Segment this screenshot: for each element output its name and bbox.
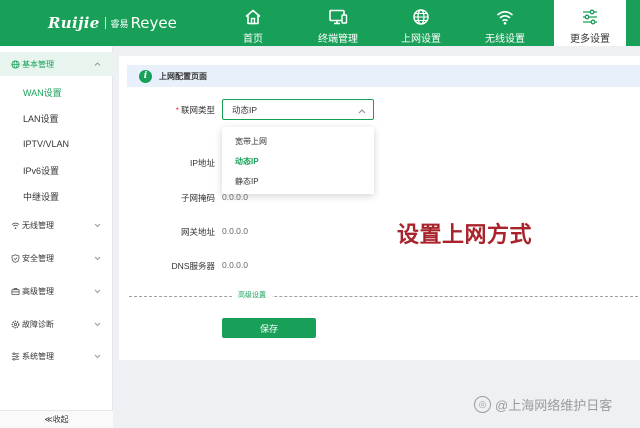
sidebar-group-diagnostics[interactable]: 故障诊断 [0, 315, 113, 333]
chevron-down-icon [94, 221, 101, 230]
advanced-divider [129, 296, 638, 297]
monitor-icon [328, 8, 348, 26]
nav-internet-settings[interactable]: 上网设置 [381, 0, 461, 46]
save-button[interactable]: 保存 [222, 318, 316, 338]
nav-terminal-management[interactable]: 终端管理 [298, 0, 378, 46]
briefcase-icon [10, 286, 20, 296]
nav-label: 无线设置 [485, 34, 525, 45]
watermark-icon: ◎ [474, 396, 491, 413]
nav-label: 终端管理 [318, 34, 358, 45]
dropdown-option-static[interactable]: 静态IP [222, 172, 374, 190]
sidebar-group-label: 安全管理 [22, 253, 54, 263]
sidebar-group-label: 基本管理 [22, 59, 54, 69]
chevron-up-icon [358, 106, 366, 116]
wifi-icon [495, 8, 515, 26]
connection-type-label-text: 联网类型 [180, 105, 215, 115]
sidebar-group-wireless-management[interactable]: 无线管理 [0, 216, 113, 234]
advanced-settings-link[interactable]: 高级设置 [232, 290, 272, 300]
chevron-down-icon [94, 287, 101, 296]
nav-wireless-settings[interactable]: 无线设置 [465, 0, 545, 46]
home-icon [244, 8, 262, 26]
sidebar-group-label: 高级管理 [22, 286, 54, 296]
sidebar-item-wan[interactable]: WAN设置 [0, 83, 113, 101]
sidebar-group-system-management[interactable]: 系统管理 [0, 347, 113, 365]
sidebar-group-label: 无线管理 [22, 220, 54, 230]
list-icon [10, 351, 20, 361]
wifi-icon [10, 220, 20, 230]
dns-server-value: 0.0.0.0 [222, 260, 248, 270]
brand-ruijie: Ruijie [48, 14, 100, 32]
brand-mark: 睿易 [110, 18, 129, 29]
watermark-text: @上海网络维护日客 [495, 398, 613, 413]
sidebar-group-label: 系统管理 [22, 351, 54, 361]
connection-type-value: 动态IP [232, 104, 258, 115]
main-content-panel: i 上网配置页面 [119, 56, 640, 360]
nav-label: 首页 [243, 34, 263, 45]
dropdown-option-pppoe[interactable]: 宽带上网 [222, 132, 374, 150]
section-header: i 上网配置页面 [127, 65, 640, 87]
connection-type-select[interactable]: 动态IP [222, 99, 374, 120]
globe-icon [10, 59, 20, 69]
gateway-label: 网关地址 [180, 227, 215, 237]
brand-separator [104, 17, 106, 29]
sidebar-item-lan[interactable]: LAN设置 [0, 109, 113, 127]
nav-more-settings[interactable]: 更多设置 [554, 0, 626, 46]
ip-address-label: IP地址 [189, 158, 215, 168]
connection-type-dropdown: 宽带上网 动态IP 静态IP [222, 127, 374, 194]
sidebar-collapse-button[interactable]: ≪收起 [0, 410, 113, 428]
connection-type-label: * 联网类型 [119, 104, 215, 116]
top-nav-bar: Ruijie 睿易 Reyee 首页 终端管理 上网设置 无线设置 更多设置 [0, 0, 640, 46]
sidebar-group-security-management[interactable]: 安全管理 [0, 249, 113, 267]
sidebar-item-ipv6[interactable]: IPv6设置 [0, 161, 113, 179]
nav-label: 更多设置 [570, 34, 610, 45]
sliders-icon [581, 8, 599, 26]
nav-home[interactable]: 首页 [213, 0, 293, 46]
required-asterisk: * [175, 105, 179, 115]
nav-label: 上网设置 [401, 34, 441, 45]
gateway-value: 0.0.0.0 [222, 226, 248, 236]
gear-icon [10, 319, 20, 329]
sidebar-item-iptv-vlan[interactable]: IPTV/VLAN [0, 135, 113, 153]
brand-reyee: Reyee [130, 14, 177, 32]
subnet-mask-value: 0.0.0.0 [222, 192, 248, 202]
chevron-up-icon [94, 60, 101, 69]
info-icon: i [139, 69, 152, 83]
sidebar-item-relay[interactable]: 中继设置 [0, 187, 113, 205]
shield-icon [10, 253, 20, 263]
watermark: ◎ @上海网络维护日客 [474, 395, 612, 414]
sidebar-group-basic-management[interactable]: 基本管理 [0, 52, 113, 76]
dns-server-label: DNS服务器 [171, 261, 215, 271]
dropdown-option-dhcp[interactable]: 动态IP [222, 152, 374, 170]
brand-logo: Ruijie 睿易 Reyee [48, 13, 177, 33]
sidebar: 基本管理 WAN设置 LAN设置 IPTV/VLAN IPv6设置 中继设置 无… [0, 46, 113, 428]
chevron-down-icon [94, 352, 101, 361]
chevron-down-icon [94, 254, 101, 263]
section-title: 上网配置页面 [159, 71, 207, 81]
sidebar-group-label: 故障诊断 [22, 319, 54, 329]
sidebar-group-advanced-management[interactable]: 高级管理 [0, 282, 113, 300]
overlay-caption: 设置上网方式 [397, 222, 533, 247]
globe-icon [412, 8, 430, 26]
subnet-mask-label: 子网掩码 [180, 193, 215, 203]
chevron-down-icon [94, 320, 101, 329]
